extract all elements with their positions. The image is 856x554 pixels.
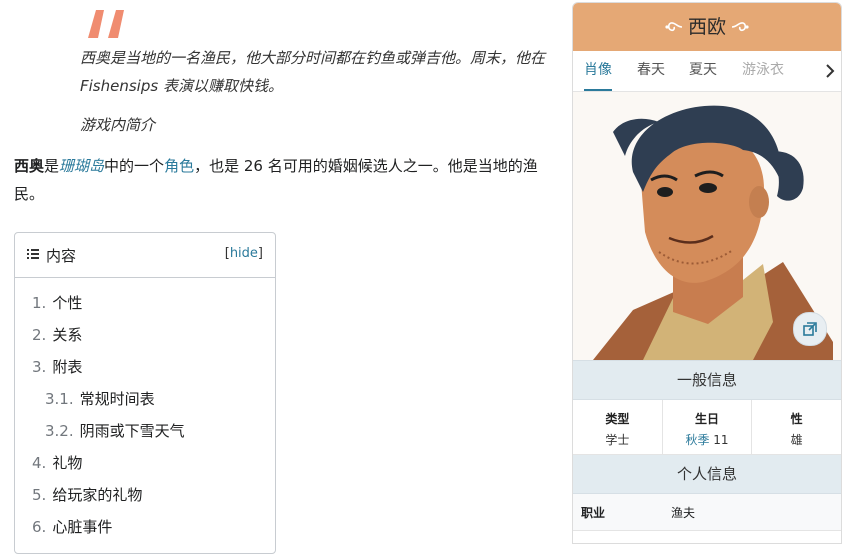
toc-item-label[interactable]: 个性 [52,294,82,312]
toc-item-number: 4. [32,454,47,472]
toc-item[interactable]: 1. 个性 [15,290,275,322]
infobox-title: 西欧 [687,16,726,38]
birthday-label: 生日 [695,412,720,426]
general-info-header: 一般信息 [573,360,841,400]
toc-item-label[interactable]: 附表 [52,358,82,376]
toc-title: 内容 [46,247,77,265]
toc-header: 内容 [hide] [15,233,275,278]
toc-list: 1. 个性 2. 关系 3. 附表 3.1. 常规时间表 3.2. 阴雨或下雪天气 4. 礼… [15,278,275,546]
intro-text-is: 是 [44,157,60,175]
character-name: 西奥 [14,157,45,175]
type-value: 学士 [605,433,630,447]
expand-image-button[interactable] [793,312,827,346]
toc-item-number: 5. [32,486,47,504]
ornament-icon [665,22,683,32]
toc-item-number: 3. [32,358,47,376]
birthday-season-link[interactable]: 秋季 [685,433,709,447]
toc-item-number: 2. [32,326,47,344]
tab-summer[interactable]: 夏天 [689,51,717,89]
type-label: 类型 [605,412,630,426]
general-info-grid: 类型 学士 生日 秋季 11 性 雄 [573,400,841,455]
toc-hide-bracket-close: ] [257,246,263,261]
toc-hide-toggle[interactable]: [hide] [225,246,263,261]
job-label: 职业 [581,505,606,520]
role-link[interactable]: 角色 [164,157,194,175]
tab-swimwear[interactable]: 游泳衣 [742,51,784,89]
toc-item-label[interactable]: 常规时间表 [80,390,155,408]
tab-portrait[interactable]: 肖像 [584,51,612,91]
toc-item[interactable]: 5. 给玩家的礼物 [15,482,275,514]
character-portrait [573,92,841,360]
toc-item[interactable]: 3. 附表 [15,354,275,386]
ornament-icon [731,22,749,32]
quote-mark-icon [88,10,124,38]
toc-item-label[interactable]: 关系 [52,326,82,344]
expand-icon [803,322,817,336]
toc-item-number: 1. [32,294,47,312]
toc-hide-button[interactable]: hide [230,246,258,261]
character-infobox: 西欧 肖像 春天 夏天 游泳衣 一般信息 类型 学士 生日 秋季 11 性 雄 … [572,2,842,544]
infobox-title-bar: 西欧 [573,3,841,51]
game-link[interactable]: 珊瑚岛 [59,157,104,175]
quote-source: 游戏内简介 [80,116,156,134]
birthday-day: 11 [713,433,729,447]
toc-item[interactable]: 6. 心脏事件 [15,514,275,546]
quote-text: 西奥是当地的一名渔民，他大部分时间都在钓鱼或弹吉他。周末，他在 Fishensi… [80,49,546,95]
toc-item-label[interactable]: 阴雨或下雪天气 [80,422,185,440]
toc-item[interactable]: 4. 礼物 [15,450,275,482]
toc-item-number: 6. [32,518,47,536]
tab-spring[interactable]: 春天 [637,51,665,89]
gender-cell: 性 雄 [752,400,841,454]
infobox-tabs: 肖像 春天 夏天 游泳衣 [573,51,841,92]
job-value: 渔夫 [671,505,696,520]
gender-label: 性 [790,412,803,426]
birthday-value: 秋季 11 [663,431,752,448]
list-icon [27,249,39,259]
chevron-right-icon[interactable] [825,64,835,78]
birthday-cell: 生日 秋季 11 [663,400,753,454]
table-of-contents: 内容 [hide] 1. 个性 2. 关系 3. 附表 3.1. 常规时间表 3.2. 阴… [14,232,276,554]
toc-subitem[interactable]: 3.2. 阴雨或下雪天气 [15,418,275,450]
toc-item[interactable]: 2. 关系 [15,322,275,354]
type-cell: 类型 学士 [573,400,663,454]
job-row: 职业 渔夫 [573,494,841,531]
intro-text-mid: 中的一个 [104,157,165,175]
toc-item-number: 3.2. [45,422,74,440]
toc-item-number: 3.1. [45,390,74,408]
toc-item-label[interactable]: 给玩家的礼物 [52,486,142,504]
toc-subitem[interactable]: 3.1. 常规时间表 [15,386,275,418]
personal-info-header: 个人信息 [573,455,841,494]
intro-paragraph: 西奥是珊瑚岛中的一个角色，也是 26 名可用的婚姻候选人之一。他是当地的渔民。 [14,152,559,208]
gender-value: 雄 [790,433,803,447]
toc-item-label[interactable]: 心脏事件 [52,518,112,536]
toc-item-label[interactable]: 礼物 [52,454,82,472]
